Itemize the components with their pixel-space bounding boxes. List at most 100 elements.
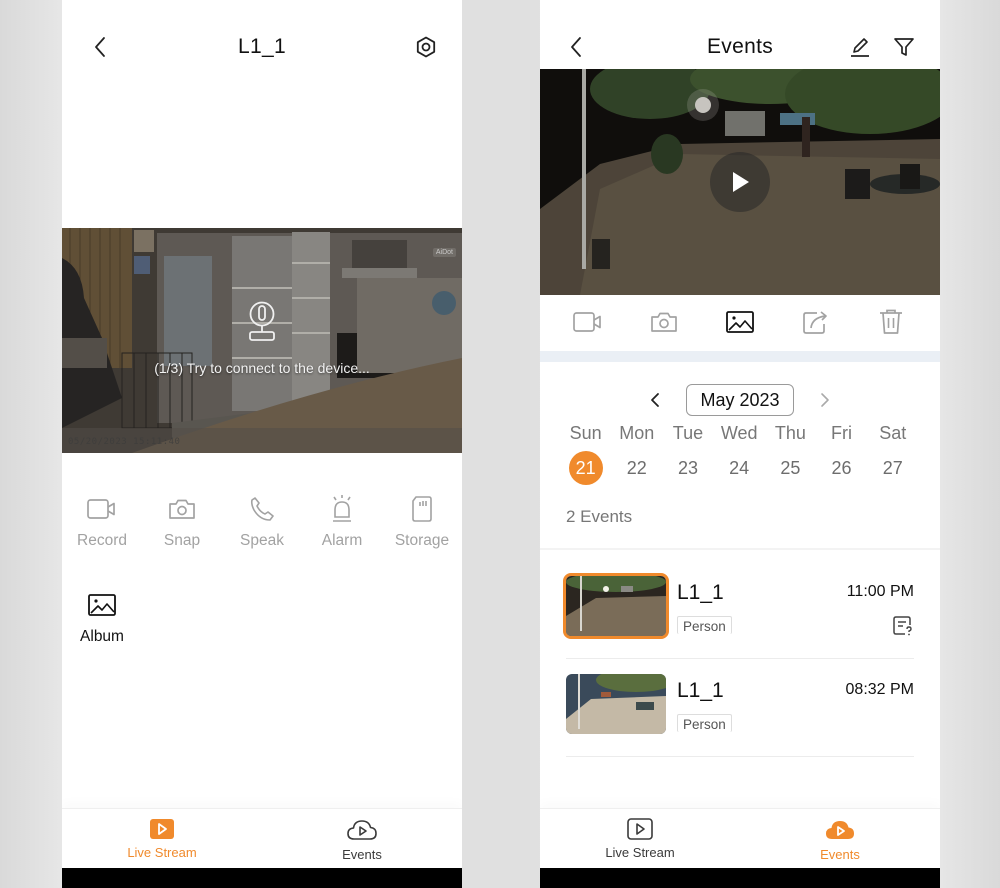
- action-label: Speak: [240, 532, 284, 549]
- record-clip-button[interactable]: [568, 302, 608, 342]
- play-button[interactable]: [710, 152, 770, 212]
- weekday-label: Sat: [879, 423, 907, 443]
- album-button[interactable]: [720, 302, 760, 342]
- item-divider: [566, 658, 914, 659]
- action-label: Alarm: [321, 532, 363, 549]
- section-divider: [540, 351, 940, 362]
- weekday-label: Fri: [831, 423, 853, 443]
- date-row: 21 22 23 24 25 26 27: [560, 451, 925, 485]
- date-cell[interactable]: 27: [867, 451, 918, 485]
- date-cell-selected[interactable]: 21: [560, 451, 611, 485]
- back-button[interactable]: [562, 33, 590, 61]
- camera-icon: [651, 312, 677, 332]
- document-question-icon: [893, 616, 912, 636]
- event-type-tag: Person: [677, 714, 732, 732]
- back-button[interactable]: [86, 33, 114, 61]
- snapshot-button[interactable]: [644, 302, 684, 342]
- speak-button[interactable]: Speak: [222, 492, 302, 550]
- event-video-player[interactable]: [540, 69, 940, 295]
- tab-events[interactable]: Events: [740, 809, 940, 868]
- system-navigation-bar: [62, 868, 462, 888]
- connection-status-text: (1/3) Try to connect to the device...: [154, 360, 370, 376]
- storage-button[interactable]: Storage: [382, 492, 462, 550]
- record-button[interactable]: Record: [62, 492, 142, 550]
- date-label: 27: [882, 458, 903, 478]
- play-icon: [733, 172, 749, 192]
- date-label: 26: [831, 458, 852, 478]
- page-title: L1_1: [238, 35, 286, 58]
- video-camera-icon: [573, 312, 601, 332]
- sd-card-icon: [412, 496, 432, 522]
- event-device-name: L1_1: [677, 679, 724, 702]
- weekday-row: Sun Mon Tue Wed Thu Fri Sat: [560, 423, 925, 444]
- date-label: 22: [626, 458, 647, 478]
- weekday-label: Tue: [672, 423, 704, 443]
- event-device-name: L1_1: [677, 581, 724, 604]
- date-cell[interactable]: 26: [816, 451, 867, 485]
- list-divider: [540, 548, 940, 550]
- tab-label: Live Stream: [127, 845, 197, 860]
- month-selector[interactable]: May 2023: [686, 384, 794, 416]
- video-timestamp: 05/20/2023 15:11:40: [68, 437, 181, 447]
- item-divider: [566, 756, 914, 757]
- pencil-icon: [851, 38, 869, 57]
- weekday-label: Thu: [774, 423, 806, 443]
- events-screen: Events May 2023 Sun Mon Tue Wed Thu Fri …: [540, 0, 940, 888]
- event-thumbnail[interactable]: [563, 573, 669, 639]
- delete-button[interactable]: [871, 302, 911, 342]
- filter-button[interactable]: [890, 33, 918, 61]
- date-cell[interactable]: 24: [714, 451, 765, 485]
- header: Events: [540, 22, 940, 72]
- event-thumbnail[interactable]: [566, 674, 666, 734]
- system-navigation-bar: [540, 868, 940, 888]
- event-type-tag: Person: [677, 616, 732, 634]
- page-title: Events: [707, 35, 773, 58]
- weekday-label: Wed: [720, 423, 758, 443]
- play-square-icon: [150, 819, 174, 839]
- action-label: Snap: [163, 532, 201, 549]
- settings-button[interactable]: [412, 33, 440, 61]
- bottom-tab-bar: Live Stream Events: [62, 808, 462, 868]
- video-camera-icon: [87, 499, 115, 519]
- snap-button[interactable]: Snap: [142, 492, 222, 550]
- event-list-item[interactable]: L1_1 11:00 PM Person: [540, 573, 940, 664]
- previous-week-button[interactable]: [644, 389, 666, 411]
- cloud-play-icon: [826, 821, 854, 839]
- album-button[interactable]: Album: [62, 588, 142, 646]
- action-label: Storage: [394, 532, 450, 549]
- tab-live-stream[interactable]: Live Stream: [62, 809, 262, 868]
- image-icon: [726, 311, 754, 333]
- chevron-left-icon: [95, 37, 105, 57]
- tab-live-stream[interactable]: Live Stream: [540, 809, 740, 868]
- tab-label: Live Stream: [605, 845, 675, 860]
- date-label: 24: [729, 458, 750, 478]
- chevron-left-icon: [571, 37, 581, 57]
- chevron-right-icon: [821, 393, 829, 407]
- brand-watermark: AiDot: [432, 248, 456, 257]
- tab-events[interactable]: Events: [262, 809, 462, 868]
- weekday-label: Mon: [619, 423, 655, 443]
- next-week-button[interactable]: [814, 389, 836, 411]
- date-label: 25: [780, 458, 801, 478]
- calendar-navigation: May 2023: [540, 384, 940, 416]
- event-time: 11:00 PM: [846, 583, 914, 600]
- event-thumbnail-image: [566, 674, 666, 734]
- date-cell[interactable]: 25: [765, 451, 816, 485]
- live-video-player[interactable]: (1/3) Try to connect to the device... 05…: [62, 228, 462, 453]
- trash-icon: [880, 309, 902, 334]
- funnel-icon: [894, 38, 914, 56]
- share-icon: [803, 311, 827, 334]
- feedback-button[interactable]: [892, 615, 914, 637]
- edit-button[interactable]: [846, 33, 874, 61]
- date-cell[interactable]: 23: [662, 451, 713, 485]
- phone-icon: [250, 497, 274, 521]
- weekday-label: Sun: [569, 423, 602, 443]
- alarm-button[interactable]: Alarm: [302, 492, 382, 550]
- connecting-camera-icon: [249, 301, 275, 341]
- date-cell[interactable]: 22: [611, 451, 662, 485]
- live-stream-screen: L1_1 (1/3) Try to connect to the device.…: [62, 0, 462, 888]
- event-list-item[interactable]: L1_1 08:32 PM Person: [540, 674, 940, 762]
- share-button[interactable]: [795, 302, 835, 342]
- image-icon: [88, 594, 116, 616]
- chevron-left-icon: [651, 393, 659, 407]
